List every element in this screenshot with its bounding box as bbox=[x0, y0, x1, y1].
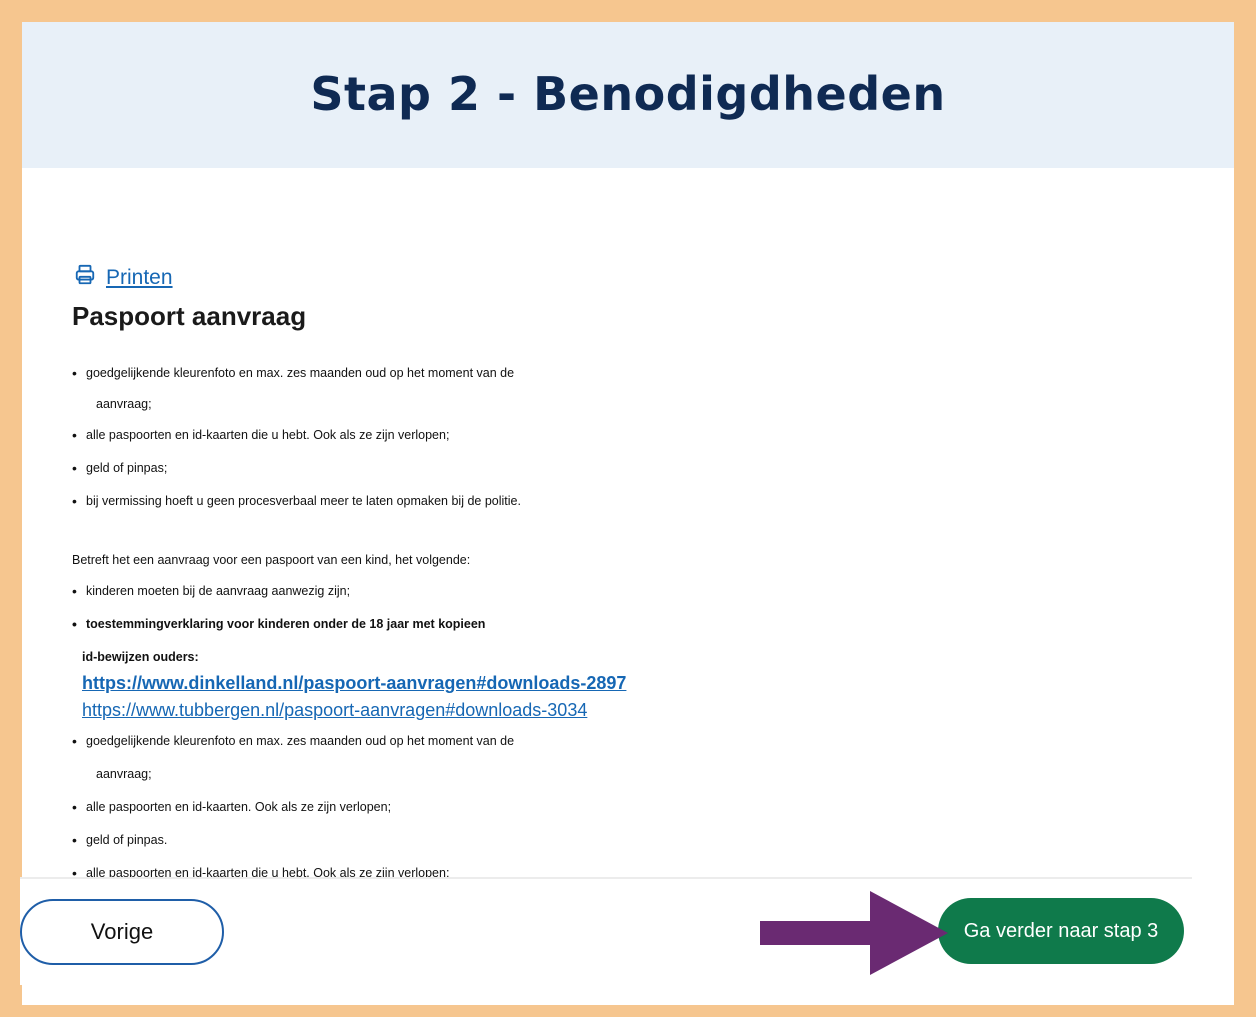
list-item: kinderen moeten bij de aanvraag aanwezig… bbox=[72, 583, 350, 599]
printer-icon bbox=[74, 264, 96, 292]
list-item-continuation: aanvraag; bbox=[96, 397, 152, 411]
list-item: geld of pinpas; bbox=[72, 460, 167, 476]
content-area: Printen Paspoort aanvraag goedgelijkende… bbox=[22, 168, 1234, 894]
print-label: Printen bbox=[106, 266, 173, 289]
section-title: Paspoort aanvraag bbox=[72, 301, 307, 331]
navigation-footer: Vorige Ga verder naar stap 3 bbox=[20, 877, 1192, 985]
pointer-arrow-icon bbox=[760, 891, 948, 975]
child-intro-text: Betreft het een aanvraag voor een paspoo… bbox=[72, 553, 471, 567]
list-item: goedgelijkende kleurenfoto en max. zes m… bbox=[72, 733, 514, 749]
list-item: goedgelijkende kleurenfoto en max. zes m… bbox=[72, 365, 514, 381]
print-link[interactable]: Printen bbox=[74, 264, 173, 292]
list-item: alle paspoorten en id-kaarten. Ook als z… bbox=[72, 799, 391, 815]
page-header: Stap 2 - Benodigdheden bbox=[22, 22, 1234, 168]
page-frame: Stap 2 - Benodigdheden Printen Paspoort … bbox=[22, 22, 1234, 1005]
list-item: bij vermissing hoeft u geen procesverbaa… bbox=[72, 493, 521, 509]
page-title: Stap 2 - Benodigdheden bbox=[310, 67, 946, 121]
tubbergen-link[interactable]: https://www.tubbergen.nl/paspoort-aanvra… bbox=[82, 700, 587, 721]
list-item-continuation: aanvraag; bbox=[96, 767, 152, 781]
list-item: alle paspoorten en id-kaarten die u hebt… bbox=[72, 427, 449, 443]
previous-button[interactable]: Vorige bbox=[20, 899, 224, 965]
dinkelland-link[interactable]: https://www.dinkelland.nl/paspoort-aanvr… bbox=[82, 673, 626, 694]
list-item: geld of pinpas. bbox=[72, 832, 167, 848]
next-step-button[interactable]: Ga verder naar stap 3 bbox=[938, 898, 1184, 964]
list-item: toestemmingverklaring voor kinderen onde… bbox=[72, 616, 485, 632]
list-item-continuation: id-bewijzen ouders: bbox=[82, 650, 199, 664]
